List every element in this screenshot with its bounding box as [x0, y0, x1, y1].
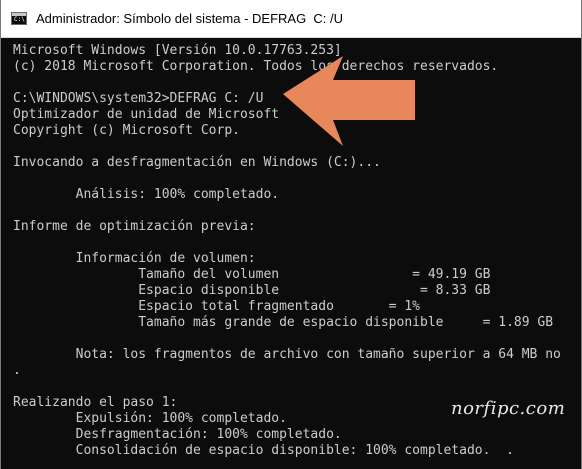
console-line: Análisis: 100% completado.: [13, 187, 280, 202]
console-line: Información de volumen:: [13, 251, 256, 266]
title-bar[interactable]: C:\ Administrador: Símbolo del sistema -…: [1, 0, 581, 38]
window-title: Administrador: Símbolo del sistema - DEF…: [36, 11, 344, 26]
command-prompt-window: C:\ Administrador: Símbolo del sistema -…: [0, 0, 582, 469]
cmd-icon: C:\: [11, 12, 27, 25]
console-line: Consolidación de espacio disponible: 100…: [13, 443, 514, 458]
pointer-arrow-icon: [283, 56, 415, 146]
console-line: .: [13, 363, 21, 378]
console-line: Espacio total fragmentado = 1%: [13, 299, 420, 314]
console-line: Tamaño más grande de espacio disponible …: [13, 315, 554, 330]
console-line: Tamaño del volumen = 49.19 GB: [13, 267, 491, 282]
console-line: Espacio disponible = 8.33 GB: [13, 283, 491, 298]
console-line: Desfragmentación: 100% completado.: [13, 427, 342, 442]
console-line: Invocando a desfragmentación en Windows …: [13, 155, 381, 170]
console-line: Informe de optimización previa:: [13, 219, 256, 234]
console-line: Nota: los fragmentos de archivo con tama…: [13, 347, 561, 362]
watermark: norfipc.com: [451, 398, 566, 419]
